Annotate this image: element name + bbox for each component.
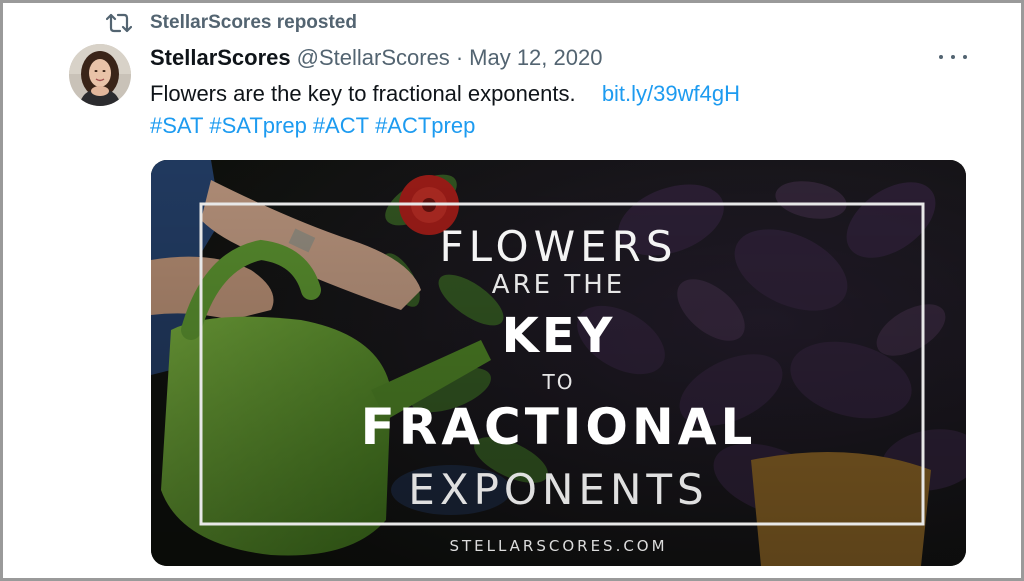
- hashtag[interactable]: #ACT: [313, 113, 369, 138]
- tweet-media-image[interactable]: FLOWERS ARE THE KEY TO FRACTIONAL EXPONE…: [151, 160, 966, 566]
- avatar[interactable]: [69, 44, 131, 106]
- image-line-6: EXPONENTS: [408, 465, 709, 514]
- more-options-icon[interactable]: [939, 47, 967, 67]
- repost-icon: [105, 12, 133, 34]
- tweet-link[interactable]: bit.ly/39wf4gH: [602, 81, 740, 106]
- tweet-date[interactable]: May 12, 2020: [469, 45, 602, 71]
- window-frame: StellarScores reposted StellarScores @St…: [0, 0, 1024, 581]
- image-line-2: ARE THE: [491, 270, 626, 300]
- author-name[interactable]: StellarScores: [150, 45, 291, 71]
- image-line-4: TO: [542, 370, 575, 394]
- image-line-1: FLOWERS: [439, 222, 678, 271]
- header-separator: ·: [455, 45, 464, 70]
- image-line-3: KEY: [501, 308, 616, 364]
- author-handle[interactable]: @StellarScores: [297, 45, 450, 71]
- repost-indicator[interactable]: StellarScores reposted: [105, 11, 357, 35]
- repost-label: StellarScores reposted: [150, 12, 357, 33]
- hashtag[interactable]: #SAT: [150, 113, 203, 138]
- tweet-body: Flowers are the key to fractional expone…: [150, 81, 576, 106]
- tweet-text: Flowers are the key to fractional expone…: [150, 79, 740, 109]
- image-line-5: FRACTIONAL: [360, 398, 757, 456]
- image-footer: STELLARSCORES.COM: [449, 537, 668, 555]
- media-overlay-text: FLOWERS ARE THE KEY TO FRACTIONAL EXPONE…: [151, 160, 966, 566]
- hashtag[interactable]: #SATprep: [209, 113, 306, 138]
- hashtag-list: #SAT #SATprep #ACT #ACTprep: [150, 111, 481, 141]
- tweet-header: StellarScores @StellarScores · May 12, 2…: [150, 43, 602, 73]
- hashtag[interactable]: #ACTprep: [375, 113, 475, 138]
